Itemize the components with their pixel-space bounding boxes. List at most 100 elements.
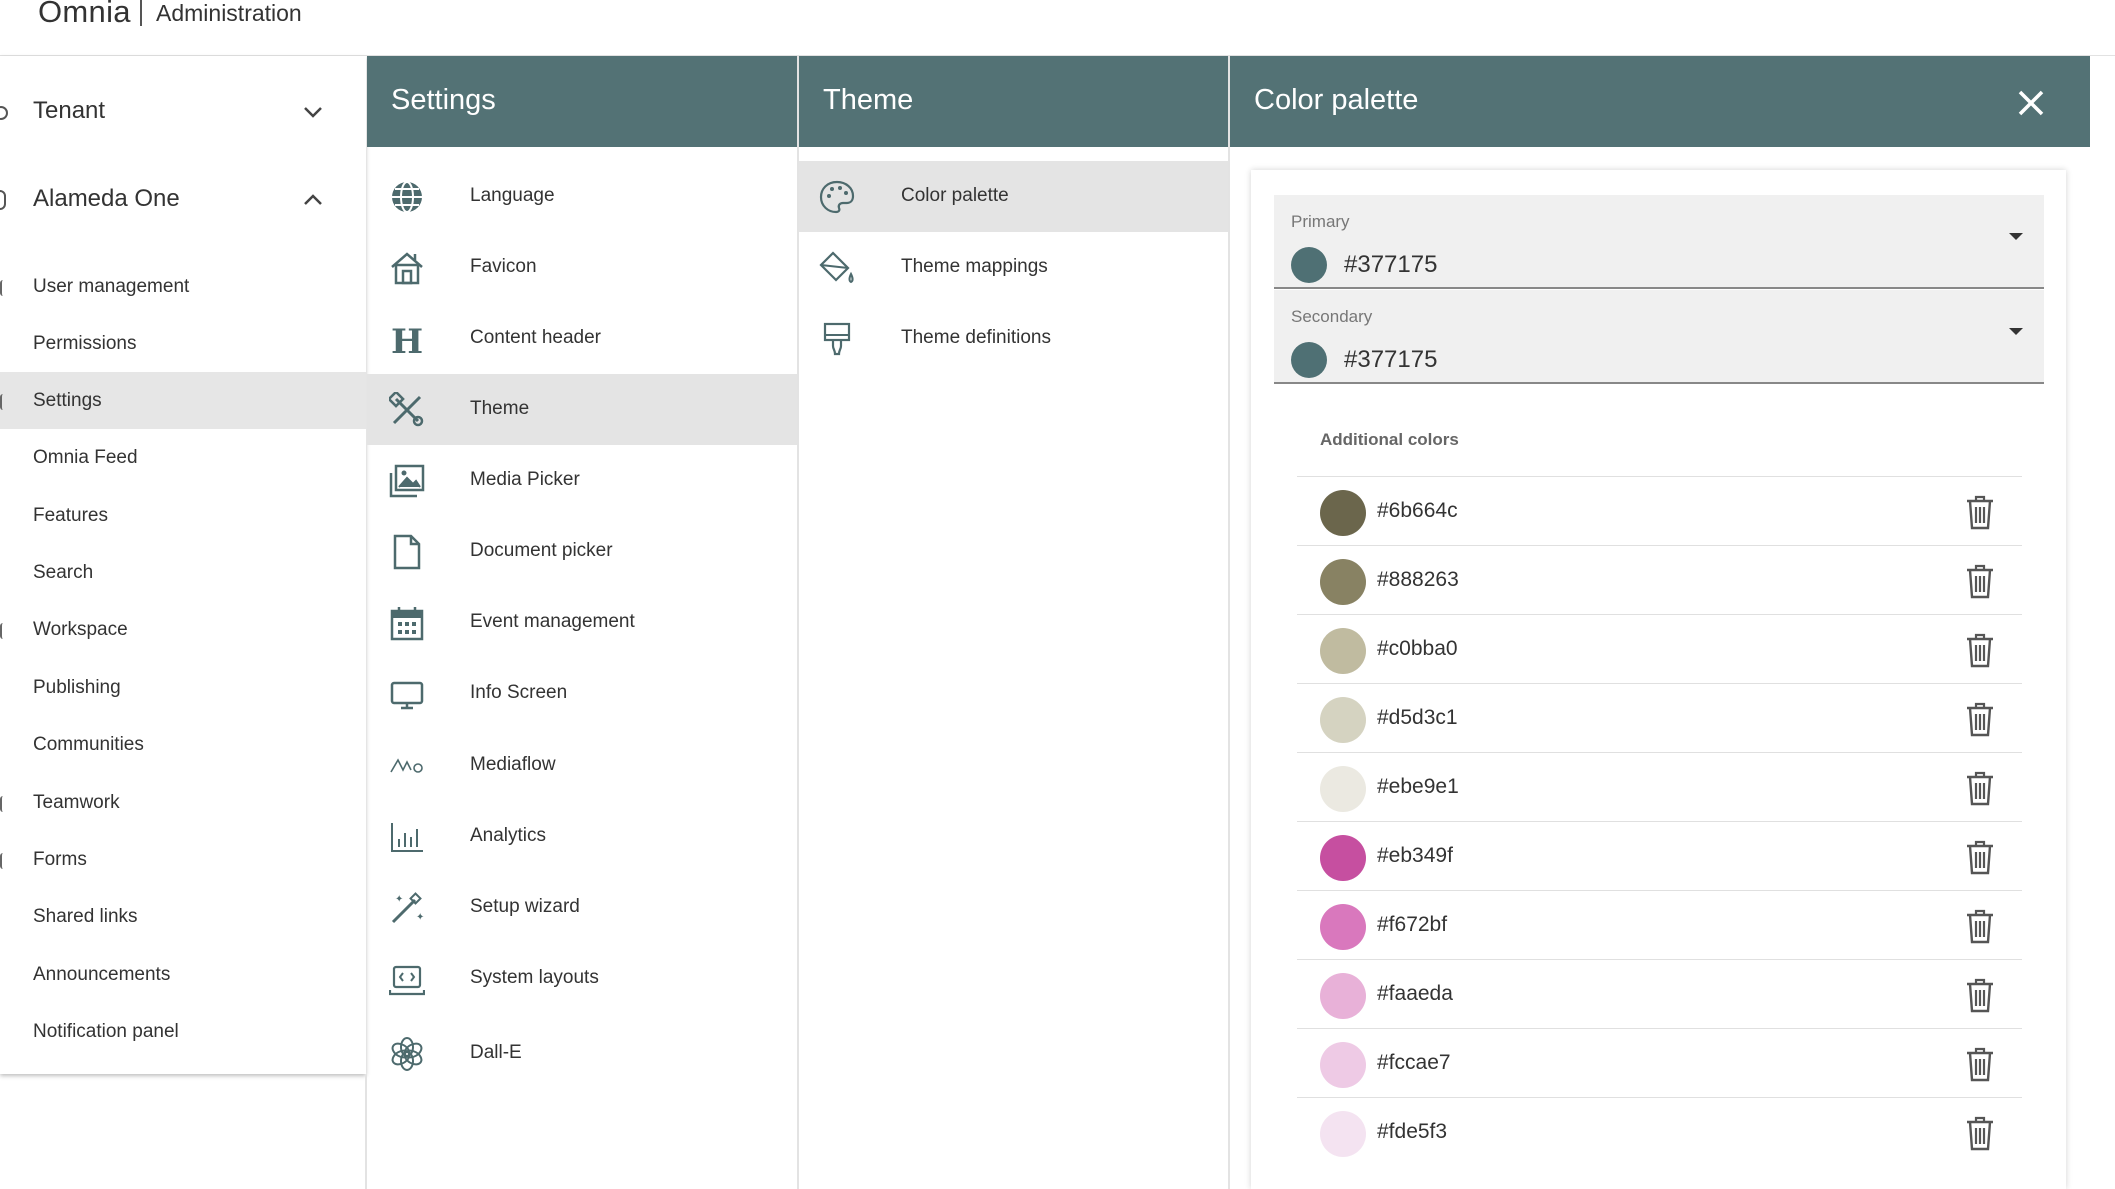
color-swatch[interactable] xyxy=(1320,904,1366,950)
settings-item-setup-wizard[interactable]: ✦ ✦ Setup wizard xyxy=(367,872,797,943)
nav-item-shared-links[interactable]: Shared links xyxy=(0,888,366,945)
nav-item-user-management[interactable]: User management xyxy=(0,258,366,315)
trash-icon[interactable] xyxy=(1965,701,1995,737)
settings-item-document-picker[interactable]: Document picker xyxy=(367,516,797,587)
nav-item-notification-panel[interactable]: Notification panel xyxy=(0,1003,366,1060)
close-icon[interactable] xyxy=(2014,86,2048,120)
trash-icon[interactable] xyxy=(1965,839,1995,875)
nav-item-forms[interactable]: Forms xyxy=(0,831,366,888)
tenant-icon xyxy=(0,106,8,120)
additional-color-row[interactable]: #faaeda xyxy=(1297,959,2022,1028)
nav-group-alameda-one[interactable]: Alameda One xyxy=(0,156,366,244)
additional-color-row[interactable]: #888263 xyxy=(1297,545,2022,614)
theme-item-theme-definitions[interactable]: Theme definitions xyxy=(799,303,1228,374)
theme-panel-title: Theme xyxy=(823,84,914,116)
settings-item-favicon[interactable]: Favicon xyxy=(367,232,797,303)
settings-item-label: Favicon xyxy=(470,256,537,277)
calendar-icon xyxy=(390,607,424,641)
theme-item-theme-mappings[interactable]: Theme mappings xyxy=(799,232,1228,303)
secondary-color-select[interactable]: Secondary #377175 xyxy=(1274,290,2044,384)
color-swatch[interactable] xyxy=(1320,559,1366,605)
theme-panel-header: Theme xyxy=(799,56,1228,147)
settings-item-analytics[interactable]: Analytics xyxy=(367,801,797,872)
trash-icon[interactable] xyxy=(1965,632,1995,668)
bar-chart-icon xyxy=(391,823,423,852)
trash-icon[interactable] xyxy=(1965,563,1995,599)
additional-color-row[interactable]: #c0bba0 xyxy=(1297,614,2022,683)
column-divider xyxy=(365,1074,367,1189)
dropdown-arrow-icon[interactable] xyxy=(2009,233,2023,240)
nav-item-label: Workspace xyxy=(33,619,128,640)
nav-item-announcements[interactable]: Announcements xyxy=(0,946,366,1003)
nav-item-teamwork[interactable]: Teamwork xyxy=(0,774,366,831)
color-swatch[interactable] xyxy=(1320,1111,1366,1157)
settings-item-dall-e[interactable]: Dall-E xyxy=(367,1018,797,1089)
trash-icon[interactable] xyxy=(1965,1115,1995,1151)
additional-color-row[interactable]: #f672bf xyxy=(1297,890,2022,959)
app-section-title: Administration xyxy=(156,0,302,26)
trash-icon[interactable] xyxy=(1965,977,1995,1013)
color-swatch[interactable] xyxy=(1320,697,1366,743)
settings-item-event-management[interactable]: Event management xyxy=(367,587,797,658)
theme-item-color-palette[interactable]: Color palette xyxy=(799,161,1228,232)
chevron-up-icon[interactable] xyxy=(302,192,324,208)
document-icon xyxy=(393,534,421,570)
nav-item-publishing[interactable]: Publishing xyxy=(0,659,366,716)
color-swatch[interactable] xyxy=(1320,490,1366,536)
trash-icon[interactable] xyxy=(1965,770,1995,806)
monitor-icon xyxy=(390,681,424,710)
palette-panel-title: Color palette xyxy=(1254,84,1419,116)
settings-item-label: Setup wizard xyxy=(470,896,580,917)
nav-item-label: Announcements xyxy=(33,964,171,985)
theme-item-label: Color palette xyxy=(901,185,1009,206)
color-swatch[interactable] xyxy=(1320,628,1366,674)
nav-item-permissions[interactable]: Permissions xyxy=(0,315,366,372)
trash-icon[interactable] xyxy=(1965,1046,1995,1082)
nav-item-communities[interactable]: Communities xyxy=(0,716,366,773)
color-swatch[interactable] xyxy=(1320,1042,1366,1088)
nav-group-label: Tenant xyxy=(33,97,106,124)
additional-color-row[interactable]: #eb349f xyxy=(1297,821,2022,890)
settings-item-label: Content header xyxy=(470,327,601,348)
additional-color-row[interactable]: #6b664c xyxy=(1297,476,2022,545)
color-hex-value: #faaeda xyxy=(1377,982,1453,1005)
nav-group-tenant[interactable]: Tenant xyxy=(0,68,366,156)
color-swatch[interactable] xyxy=(1320,766,1366,812)
settings-item-mediaflow[interactable]: Mediaflow xyxy=(367,730,797,801)
settings-item-info-screen[interactable]: Info Screen xyxy=(367,658,797,729)
team-icon xyxy=(0,796,8,812)
theme-item-label: Theme definitions xyxy=(901,327,1051,348)
additional-color-row[interactable]: #fccae7 xyxy=(1297,1028,2022,1097)
svg-text:✦: ✦ xyxy=(395,894,403,905)
settings-item-media-picker[interactable]: Media Picker xyxy=(367,445,797,516)
nav-item-workspace[interactable]: Workspace xyxy=(0,601,366,658)
heading-icon: H xyxy=(391,322,423,357)
settings-item-theme[interactable]: Theme xyxy=(367,374,797,445)
dropdown-arrow-icon[interactable] xyxy=(2009,328,2023,335)
trash-icon[interactable] xyxy=(1965,494,1995,530)
trash-icon[interactable] xyxy=(1965,908,1995,944)
settings-item-system-layouts[interactable]: System layouts xyxy=(367,943,797,1014)
nav-item-label: Permissions xyxy=(33,333,137,354)
chevron-down-icon[interactable] xyxy=(302,104,324,120)
nav-item-omnia-feed[interactable]: Omnia Feed xyxy=(0,429,366,486)
nav-item-search[interactable]: Search xyxy=(0,544,366,601)
nav-item-settings[interactable]: Settings xyxy=(0,372,366,429)
additional-color-row[interactable]: #fde5f3 xyxy=(1297,1097,2022,1166)
settings-item-language[interactable]: Language xyxy=(367,161,797,232)
nav-item-label: Teamwork xyxy=(33,792,120,813)
primary-color-select[interactable]: Primary #377175 xyxy=(1274,195,2044,289)
color-swatch[interactable] xyxy=(1320,835,1366,881)
settings-item-label: Info Screen xyxy=(470,682,568,703)
nav-item-features[interactable]: Features xyxy=(0,487,366,544)
settings-item-label: Document picker xyxy=(470,540,613,561)
color-hex-value: #c0bba0 xyxy=(1377,637,1458,660)
color-swatch[interactable] xyxy=(1320,973,1366,1019)
additional-color-row[interactable]: #d5d3c1 xyxy=(1297,683,2022,752)
brand-logo[interactable]: Omnia xyxy=(38,0,131,30)
settings-item-label: Analytics xyxy=(470,825,547,846)
nav-item-label: Forms xyxy=(33,849,87,870)
additional-color-row[interactable]: #ebe9e1 xyxy=(1297,752,2022,821)
settings-item-content-header[interactable]: H Content header xyxy=(367,303,797,374)
nav-item-label: Settings xyxy=(33,390,102,411)
